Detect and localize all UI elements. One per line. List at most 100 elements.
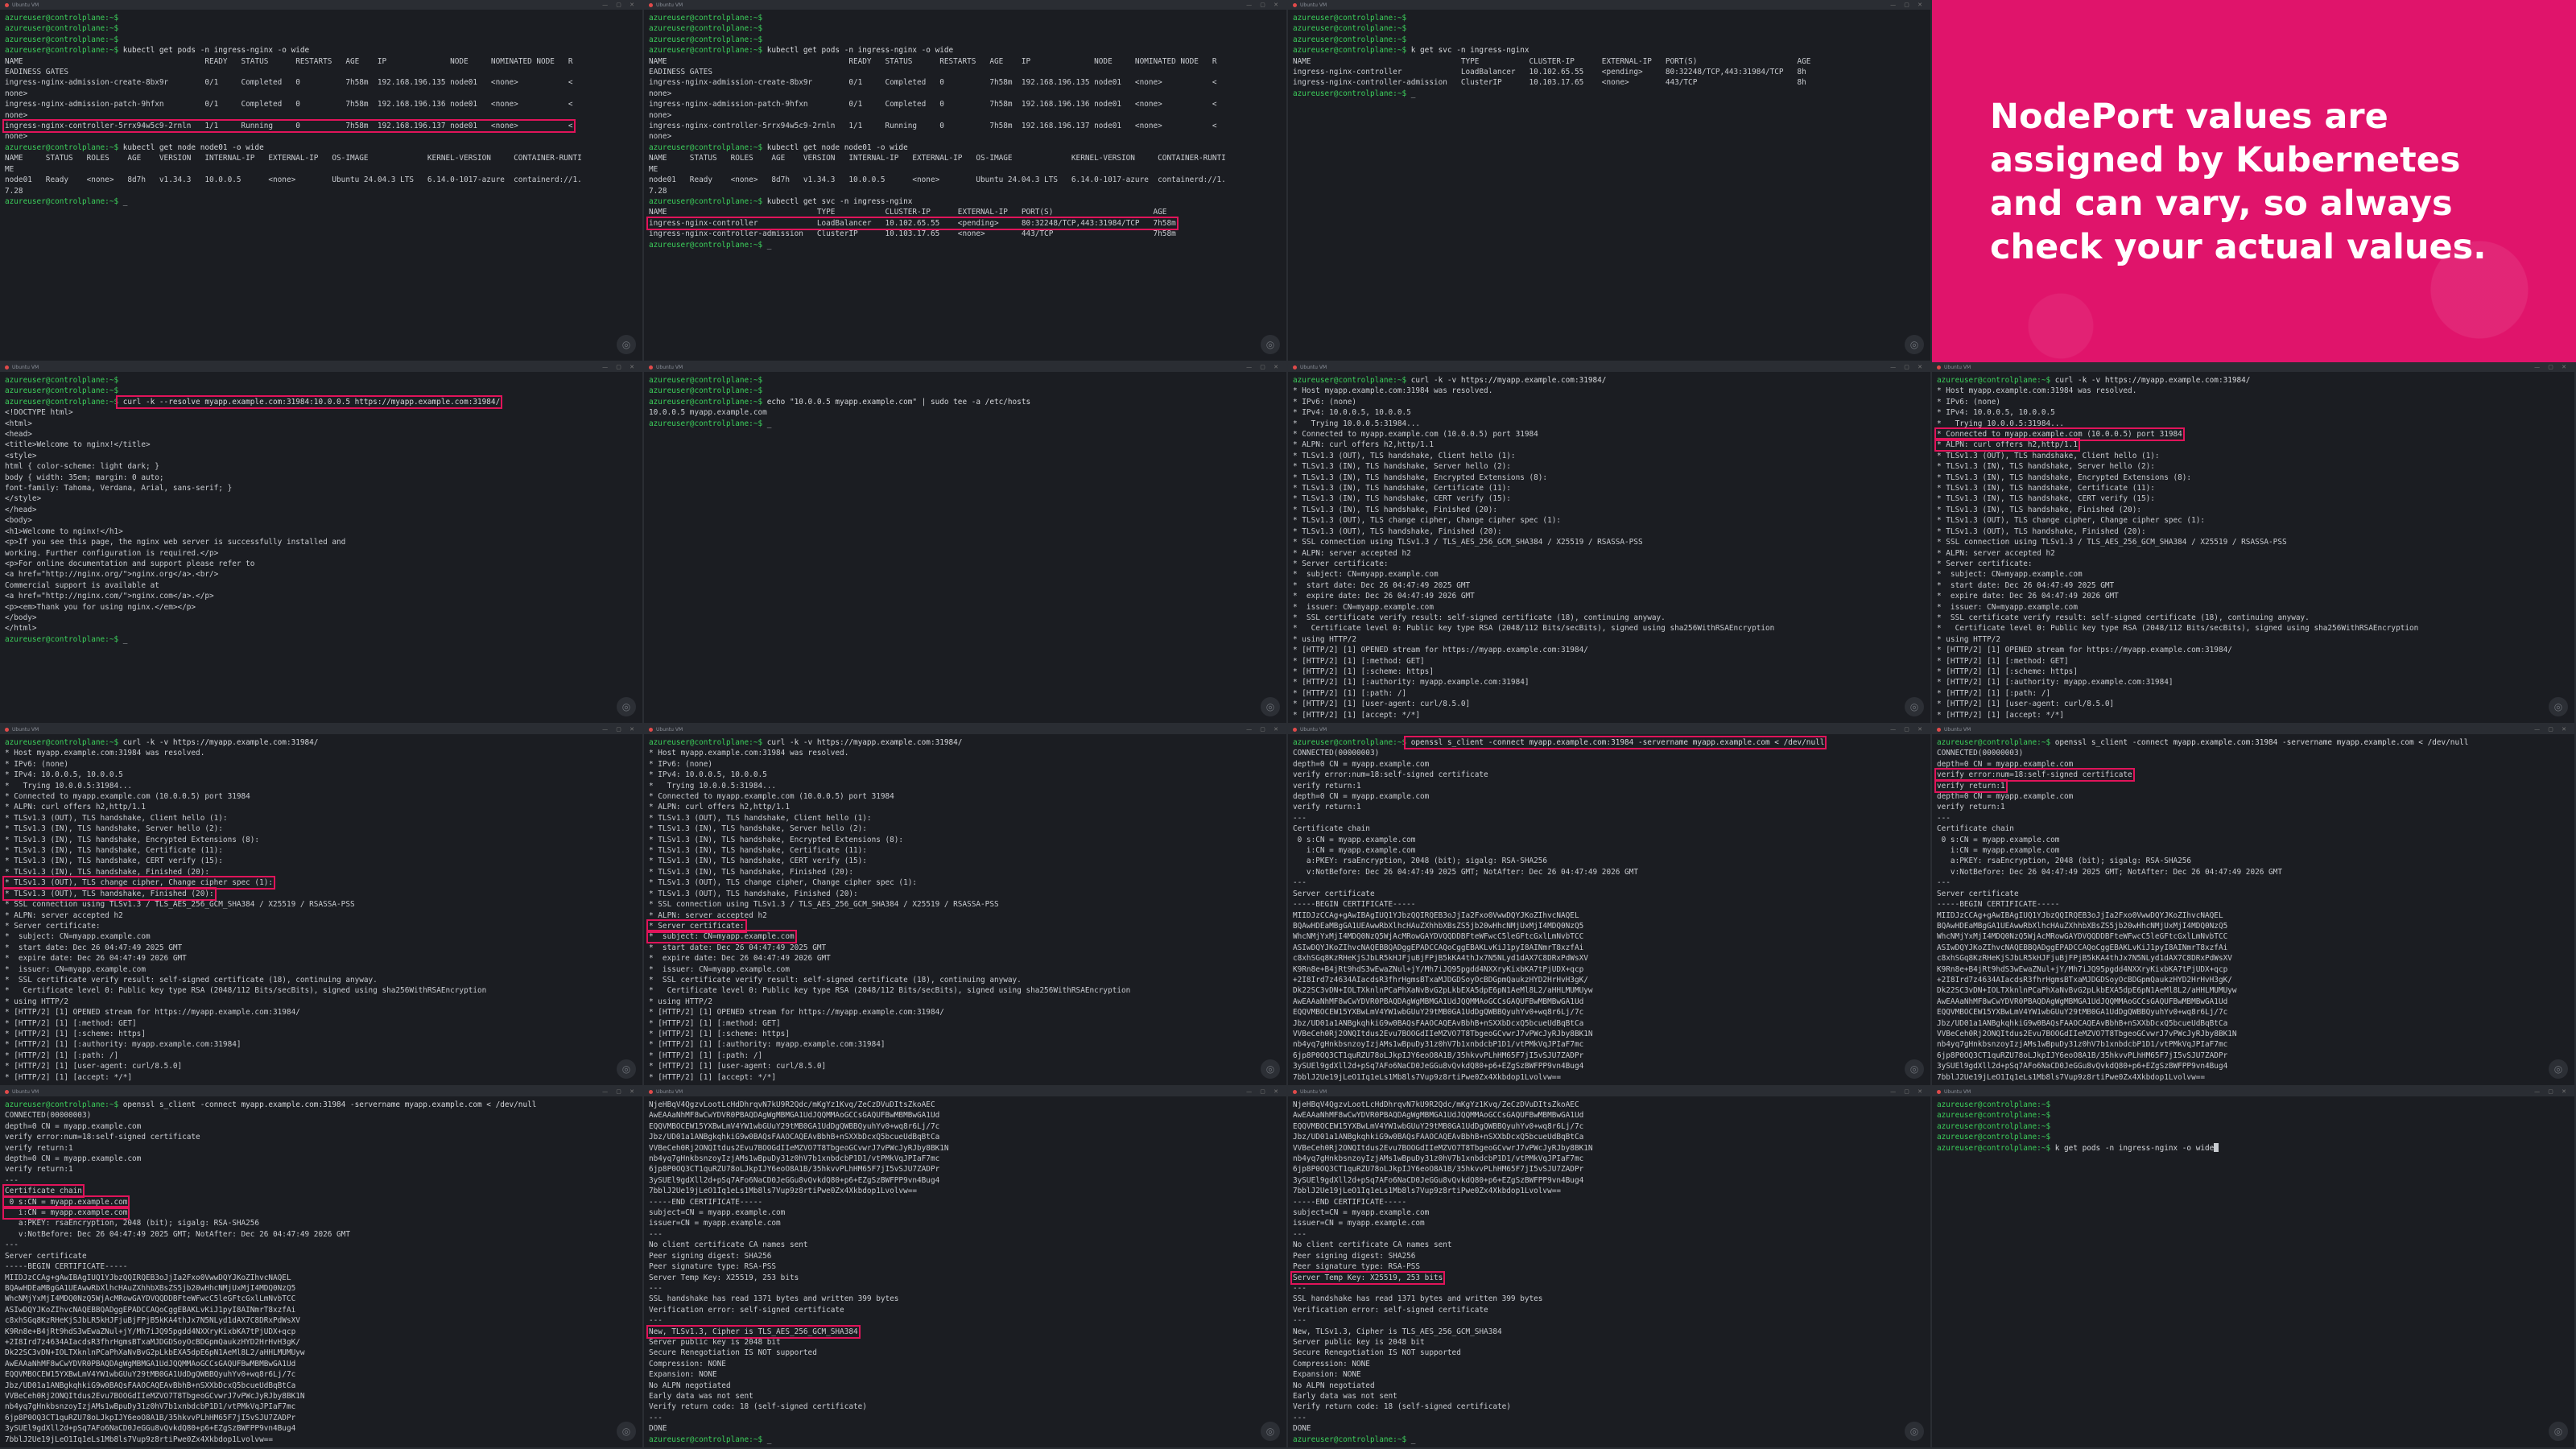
- terminal-output[interactable]: azureuser@controlplane:~$ curl -k -v htt…: [644, 734, 1286, 1085]
- terminal-output[interactable]: NjeHBqV4QgzvLootLcHdDhrqvN7kU9R2Qdc/mKgY…: [644, 1096, 1286, 1447]
- window-titlebar[interactable]: Ubuntu VM — ▢ ✕: [1288, 362, 1930, 372]
- prompt-line: azureuser@controlplane:~$: [1937, 1132, 2570, 1142]
- output-line: none>: [649, 110, 1282, 121]
- terminal-output[interactable]: azureuser@controlplane:~$ openssl s_clie…: [1932, 734, 2574, 1085]
- terminal-window[interactable]: Ubuntu VM — ▢ ✕ azureuser@controlplane:~$ …: [0, 724, 644, 1087]
- window-controls[interactable]: — ▢ ✕: [1246, 1088, 1282, 1095]
- output-line: ---: [649, 1283, 1282, 1294]
- terminal-window[interactable]: Ubuntu VM — ▢ ✕ azureuser@controlplane:~$ …: [1932, 724, 2576, 1087]
- output-line: Verify return code: 18 (self-signed cert…: [649, 1402, 1282, 1412]
- window-controls[interactable]: — ▢ ✕: [1246, 726, 1282, 733]
- window-titlebar[interactable]: Ubuntu VM — ▢ ✕: [644, 0, 1286, 10]
- terminal-output[interactable]: azureuser@controlplane:~$ azureuser@contr…: [1288, 10, 1930, 102]
- terminal-window[interactable]: Ubuntu VM — ▢ ✕ azureuser@controlplane:~$ …: [1932, 362, 2576, 724]
- shell-prompt: azureuser@controlplane:~$: [1937, 1121, 2051, 1131]
- window-titlebar[interactable]: Ubuntu VM — ▢ ✕: [1288, 0, 1930, 10]
- window-controls[interactable]: — ▢ ✕: [602, 726, 638, 733]
- output-line: * TLSv1.3 (OUT), TLS change cipher, Chan…: [649, 877, 1282, 888]
- window-titlebar[interactable]: Ubuntu VM — ▢ ✕: [0, 0, 642, 10]
- output-line: node01 Ready <none> 8d7h v1.34.3 10.0.0.…: [649, 175, 1282, 185]
- output-text: * [HTTP/2] [1] [:authority: myapp.exampl…: [649, 1040, 886, 1050]
- window-controls[interactable]: — ▢ ✕: [1246, 364, 1282, 370]
- output-line: a:PKEY: rsaEncryption, 2048 (bit); sigal…: [1937, 856, 2570, 866]
- output-text: ---: [649, 1316, 663, 1326]
- terminal-output[interactable]: azureuser@controlplane:~$ openssl s_clie…: [0, 1096, 642, 1447]
- window-titlebar[interactable]: Ubuntu VM — ▢ ✕: [0, 1087, 642, 1096]
- window-controls[interactable]: — ▢ ✕: [1890, 1088, 1926, 1095]
- output-text: * subject: CN=myapp.example.com: [1937, 570, 2083, 580]
- output-text: * Connected to myapp.example.com (10.0.0…: [1934, 427, 2185, 442]
- terminal-window[interactable]: Ubuntu VM — ▢ ✕ azureuser@controlplane:~$ …: [1288, 724, 1932, 1087]
- window-titlebar[interactable]: Ubuntu VM — ▢ ✕: [0, 724, 642, 734]
- output-text: Verification error: self-signed certific…: [649, 1305, 844, 1315]
- terminal-output[interactable]: NjeHBqV4QgzvLootLcHdDhrqvN7kU9R2Qdc/mKgY…: [1288, 1096, 1930, 1447]
- terminal-window[interactable]: Ubuntu VM — ▢ ✕ azureuser@controlplane:~$ a…: [0, 0, 644, 362]
- output-line: VVBeCeh0Rj2ONQItdus2Evu7BOOGdIIeMZVO7T8T…: [5, 1391, 638, 1402]
- window-controls[interactable]: — ▢ ✕: [2534, 726, 2570, 733]
- window-titlebar[interactable]: Ubuntu VM — ▢ ✕: [644, 724, 1286, 734]
- terminal-window[interactable]: Ubuntu VM — ▢ ✕ azureuser@controlplane:~$ a…: [644, 0, 1288, 362]
- terminal-window[interactable]: Ubuntu VM — ▢ ✕ NjeHBqV4QgzvLootLcHdDhrqvN…: [644, 1087, 1288, 1449]
- terminal-output[interactable]: azureuser@controlplane:~$ openssl s_clie…: [1288, 734, 1930, 1085]
- window-controls[interactable]: — ▢ ✕: [1890, 726, 1926, 733]
- window-titlebar[interactable]: Ubuntu VM — ▢ ✕: [1932, 362, 2574, 372]
- terminal-window[interactable]: Ubuntu VM — ▢ ✕ azureuser@controlplane:~$ …: [1288, 362, 1932, 724]
- window-controls[interactable]: — ▢ ✕: [2534, 364, 2570, 370]
- terminal-output[interactable]: azureuser@controlplane:~$ azureuser@contr…: [0, 10, 642, 210]
- terminal-window[interactable]: Ubuntu VM — ▢ ✕ azureuser@controlplane:~$ a…: [1288, 0, 1932, 362]
- output-line: <p>If you see this page, the nginx web s…: [5, 537, 638, 547]
- window-controls[interactable]: — ▢ ✕: [1890, 364, 1926, 370]
- shell-prompt: azureuser@controlplane:~$: [649, 46, 763, 56]
- output-text: * [HTTP/2] [1] [:method: GET]: [649, 1018, 781, 1028]
- shell-command: openssl s_client -connect myapp.example.…: [1404, 736, 1827, 749]
- window-controls[interactable]: — ▢ ✕: [1890, 2, 1926, 8]
- terminal-window[interactable]: Ubuntu VM — ▢ ✕ azureuser@controlplane:~$ …: [0, 1087, 644, 1449]
- window-titlebar[interactable]: Ubuntu VM — ▢ ✕: [1288, 1087, 1930, 1096]
- terminal-output[interactable]: azureuser@controlplane:~$ azureuser@contr…: [1932, 1096, 2574, 1157]
- prompt-line: azureuser@controlplane:~$ _: [5, 196, 638, 207]
- output-line: ME: [5, 164, 638, 175]
- terminal-window[interactable]: Ubuntu VM — ▢ ✕ azureuser@controlplane:~$ a…: [1932, 1087, 2576, 1449]
- output-text: Verify return code: 18 (self-signed cert…: [649, 1402, 867, 1412]
- window-titlebar[interactable]: Ubuntu VM — ▢ ✕: [644, 1087, 1286, 1096]
- window-titlebar[interactable]: Ubuntu VM — ▢ ✕: [1288, 724, 1930, 734]
- terminal-output[interactable]: azureuser@controlplane:~$ curl -k -v htt…: [0, 734, 642, 1085]
- terminal-output[interactable]: azureuser@controlplane:~$ curl -k -v htt…: [1288, 372, 1930, 723]
- output-text: Certificate chain: [1293, 824, 1370, 834]
- terminal-window[interactable]: Ubuntu VM — ▢ ✕ NjeHBqV4QgzvLootLcHdDhrqvN…: [1288, 1087, 1932, 1449]
- output-line: +2I8Ird7z4634AIacdsR3fhrHgmsBTxaMJDGDSoy…: [1293, 975, 1926, 985]
- output-line: NjeHBqV4QgzvLootLcHdDhrqvN7kU9R2Qdc/mKgY…: [1293, 1100, 1926, 1110]
- terminal-window[interactable]: Ubuntu VM — ▢ ✕ azureuser@controlplane:~$ a…: [0, 362, 644, 724]
- terminal-window[interactable]: Ubuntu VM — ▢ ✕ azureuser@controlplane:~$ …: [644, 724, 1288, 1087]
- terminal-output[interactable]: azureuser@controlplane:~$ curl -k -v htt…: [1932, 372, 2574, 723]
- output-text: * TLSv1.3 (IN), TLS handshake, Server he…: [649, 824, 867, 834]
- window-controls[interactable]: — ▢ ✕: [602, 1088, 638, 1095]
- window-titlebar[interactable]: Ubuntu VM — ▢ ✕: [644, 362, 1286, 372]
- output-line: * TLSv1.3 (IN), TLS handshake, Server he…: [5, 824, 638, 834]
- window-titlebar[interactable]: Ubuntu VM — ▢ ✕: [1932, 1087, 2574, 1096]
- window-controls[interactable]: — ▢ ✕: [602, 2, 638, 8]
- output-text: * start date: Dec 26 04:47:49 2025 GMT: [5, 943, 183, 952]
- terminal-output[interactable]: azureuser@controlplane:~$ azureuser@contr…: [644, 372, 1286, 432]
- window-titlebar[interactable]: Ubuntu VM — ▢ ✕: [0, 362, 642, 372]
- terminal-output[interactable]: azureuser@controlplane:~$ azureuser@contr…: [644, 10, 1286, 254]
- output-text: depth=0 CN = myapp.example.com: [1293, 759, 1430, 769]
- output-text: * IPv6: (none): [649, 759, 713, 769]
- prompt-line: azureuser@controlplane:~$: [5, 23, 638, 34]
- output-line: * expire date: Dec 26 04:47:49 2026 GMT: [649, 953, 1282, 964]
- window-controls[interactable]: — ▢ ✕: [602, 364, 638, 370]
- output-line: nb4yq7gHnkbsnzoyIzjAMs1wBpuDy31z0hV7b1xn…: [5, 1402, 638, 1412]
- output-line: body { width: 35em; margin: 0 auto;: [5, 473, 638, 483]
- terminal-window[interactable]: Ubuntu VM — ▢ ✕ azureuser@controlplane:~$ a…: [644, 362, 1288, 724]
- output-text: verify error:num=18:self-signed certific…: [5, 1133, 200, 1142]
- output-text: verify return:1: [5, 1143, 73, 1153]
- prompt-line: azureuser@controlplane:~$: [649, 386, 1282, 396]
- terminal-output[interactable]: azureuser@controlplane:~$ azureuser@contr…: [0, 372, 642, 648]
- window-titlebar[interactable]: Ubuntu VM — ▢ ✕: [1932, 724, 2574, 734]
- output-text: * TLSv1.3 (IN), TLS handshake, CERT veri…: [1293, 494, 1511, 504]
- window-controls[interactable]: — ▢ ✕: [2534, 1088, 2570, 1095]
- output-text: EQQVMBOCEW15YXBwLmV4YW1wbGUuY29tMB0GA1Ud…: [1293, 1121, 1584, 1131]
- output-line: nb4yq7gHnkbsnzoyIzjAMs1wBpuDy31z0hV7b1xn…: [649, 1154, 1282, 1164]
- window-controls[interactable]: — ▢ ✕: [1246, 2, 1282, 8]
- output-line: Jbz/UD01a1ANBgkqhkiG9w0BAQsFAAOCAQEAvBbh…: [1937, 1018, 2570, 1029]
